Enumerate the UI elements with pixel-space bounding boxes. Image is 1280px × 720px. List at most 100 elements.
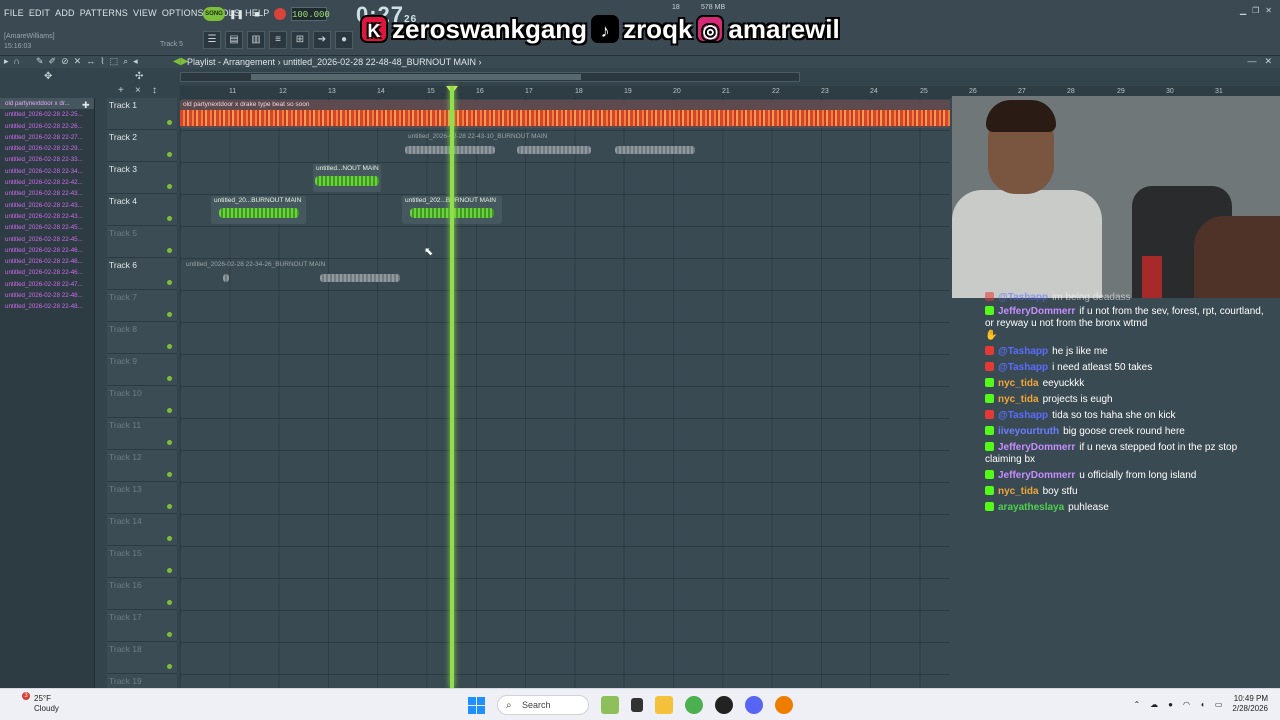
menu-view[interactable]: VIEW bbox=[133, 8, 157, 18]
track-header[interactable]: Track 7 bbox=[107, 290, 177, 322]
menu-file[interactable]: FILE bbox=[4, 8, 24, 18]
audio-clip[interactable]: untitled_2026-02-28 22-43-10_BURNOUT MAI… bbox=[405, 132, 695, 160]
track-mute-led[interactable] bbox=[167, 408, 172, 413]
playlist-close-icon[interactable]: ✕ bbox=[1264, 56, 1272, 67]
mute-icon[interactable]: ✕ bbox=[74, 56, 82, 67]
stop-icon[interactable]: ■ bbox=[250, 7, 264, 21]
chrome-icon[interactable] bbox=[685, 696, 703, 714]
track-mute-led[interactable] bbox=[167, 504, 172, 509]
track-mute-led[interactable] bbox=[167, 568, 172, 573]
remove-icon[interactable]: × bbox=[135, 85, 141, 96]
horizontal-scrollbar[interactable] bbox=[180, 72, 800, 82]
zoom-icon[interactable]: ⌕ bbox=[123, 56, 128, 67]
wifi-icon[interactable]: ◠ bbox=[1183, 700, 1190, 709]
volume-icon[interactable]: ◖ bbox=[1200, 700, 1205, 709]
track-mute-led[interactable] bbox=[167, 472, 172, 477]
track-mute-led[interactable] bbox=[167, 216, 172, 221]
track-header[interactable]: Track 18 bbox=[107, 642, 177, 674]
widgets-icon[interactable] bbox=[601, 696, 619, 714]
picker-item[interactable]: untitled_2026-02-28 22-27... bbox=[0, 132, 94, 143]
picker-item[interactable]: untitled_2026-02-28 22-46... bbox=[0, 256, 94, 267]
file-explorer-icon[interactable] bbox=[655, 696, 673, 714]
track-header[interactable]: Track 8 bbox=[107, 322, 177, 354]
picker-item[interactable]: untitled_2026-02-28 22-43... bbox=[0, 200, 94, 211]
track-mute-led[interactable] bbox=[167, 120, 172, 125]
audio-clip[interactable]: untitled_2026-02-28 22-34-26_BURNOUT MAI… bbox=[183, 260, 436, 288]
mic-icon[interactable]: ● bbox=[335, 31, 353, 49]
picker-item[interactable]: untitled_2026-02-28 22-43... bbox=[0, 211, 94, 222]
add-track-icon[interactable]: + bbox=[118, 85, 124, 96]
track-mute-led[interactable] bbox=[167, 376, 172, 381]
minimize-icon[interactable]: ▁ bbox=[1240, 6, 1246, 15]
clock[interactable]: 10:49 PM 2/28/2026 bbox=[1232, 694, 1268, 714]
delete-icon[interactable]: ⊘ bbox=[61, 56, 69, 67]
slip-icon[interactable]: ↔ bbox=[86, 56, 95, 67]
arrow-icon[interactable]: ➔ bbox=[313, 31, 331, 49]
picker-item[interactable]: untitled_2026-02-28 22-29... bbox=[0, 143, 94, 154]
playhead[interactable] bbox=[450, 86, 454, 688]
scrollbar-thumb[interactable] bbox=[251, 74, 581, 80]
track-header[interactable]: Track 16 bbox=[107, 578, 177, 610]
track-mute-led[interactable] bbox=[167, 440, 172, 445]
track-mute-led[interactable] bbox=[167, 664, 172, 669]
audio-clip[interactable]: old partynextdoor x drake type beat so s… bbox=[180, 100, 950, 128]
menu-patterns[interactable]: PATTERNS bbox=[80, 8, 128, 18]
track-header[interactable]: Track 9 bbox=[107, 354, 177, 386]
expand-icon[interactable]: ↕ bbox=[152, 85, 157, 96]
picker-item[interactable]: old partynextdoor x dr... bbox=[0, 98, 94, 110]
picker-item[interactable]: untitled_2026-02-28 22-26... bbox=[0, 121, 94, 132]
close-icon[interactable]: ✕ bbox=[1265, 6, 1272, 15]
track-header[interactable]: Track 3 bbox=[107, 162, 177, 194]
picker-item[interactable]: untitled_2026-02-28 22-45... bbox=[0, 234, 94, 245]
move-icon[interactable]: ✥ bbox=[44, 71, 52, 82]
taskbar-search[interactable]: ⌕ Search bbox=[497, 695, 589, 715]
track-header[interactable]: Track 17 bbox=[107, 610, 177, 642]
arrows-icon[interactable]: ✣ bbox=[135, 71, 143, 82]
audio-clip[interactable]: untitled...NOUT MAIN bbox=[313, 164, 381, 192]
track-header[interactable]: Track 5 bbox=[107, 226, 177, 258]
track-header[interactable]: Track 4 bbox=[107, 194, 177, 226]
brush-icon[interactable]: ✐ bbox=[49, 56, 57, 67]
track-header[interactable]: Track 10 bbox=[107, 386, 177, 418]
picker-item[interactable]: untitled_2026-02-28 22-42... bbox=[0, 177, 94, 188]
select-icon[interactable]: ⬚ bbox=[110, 56, 119, 67]
track-header[interactable]: Track 15 bbox=[107, 546, 177, 578]
picker-item[interactable]: untitled_2026-02-28 22-33... bbox=[0, 154, 94, 165]
discord-icon[interactable] bbox=[745, 696, 763, 714]
track-header[interactable]: Track 12 bbox=[107, 450, 177, 482]
task-view-icon[interactable] bbox=[631, 698, 643, 712]
menu-add[interactable]: ADD bbox=[55, 8, 75, 18]
track-mute-led[interactable] bbox=[167, 152, 172, 157]
magnet-icon[interactable]: ∩ bbox=[14, 56, 20, 67]
track-mute-led[interactable] bbox=[167, 344, 172, 349]
song-mode-toggle[interactable]: SONG bbox=[203, 7, 225, 21]
picker-item[interactable]: untitled_2026-02-28 22-34... bbox=[0, 166, 94, 177]
picker-item[interactable]: untitled_2026-02-28 22-48... bbox=[0, 301, 94, 312]
weather-widget[interactable]: 3 25°F Cloudy bbox=[14, 692, 59, 714]
picker-item[interactable]: untitled_2026-02-28 22-46... bbox=[0, 245, 94, 256]
track-header[interactable]: Track 2 bbox=[107, 130, 177, 162]
track-header[interactable]: Track 14 bbox=[107, 514, 177, 546]
maximize-icon[interactable]: ❐ bbox=[1252, 6, 1259, 15]
record-button[interactable] bbox=[274, 8, 286, 20]
track-header[interactable]: Track 1 bbox=[107, 98, 177, 130]
mixer-icon[interactable]: ≡ bbox=[269, 31, 287, 49]
audio-clip[interactable]: untitled_20...BURNOUT MAIN bbox=[211, 196, 306, 224]
windows-start-icon[interactable] bbox=[468, 696, 485, 714]
pause-icon[interactable]: ❚❚ bbox=[229, 7, 244, 21]
track-mute-led[interactable] bbox=[167, 632, 172, 637]
picker-add-icon[interactable]: ✚ bbox=[82, 100, 90, 111]
fl-studio-icon[interactable] bbox=[775, 696, 793, 714]
app-icon[interactable] bbox=[715, 696, 733, 714]
track-mute-led[interactable] bbox=[167, 536, 172, 541]
microphone-icon[interactable]: ● bbox=[1168, 700, 1173, 709]
menu-arrow-icon[interactable]: ▸ bbox=[4, 56, 9, 67]
picker-item[interactable]: untitled_2026-02-28 22-48... bbox=[0, 290, 94, 301]
onedrive-icon[interactable]: ☁ bbox=[1150, 700, 1158, 709]
track-header[interactable]: Track 6 bbox=[107, 258, 177, 290]
playlist-minimize-icon[interactable]: — bbox=[1247, 56, 1256, 67]
track-mute-led[interactable] bbox=[167, 312, 172, 317]
battery-icon[interactable]: ▭ bbox=[1215, 700, 1223, 709]
picker-item[interactable]: untitled_2026-02-28 22-46... bbox=[0, 267, 94, 278]
track-header[interactable]: Track 13 bbox=[107, 482, 177, 514]
